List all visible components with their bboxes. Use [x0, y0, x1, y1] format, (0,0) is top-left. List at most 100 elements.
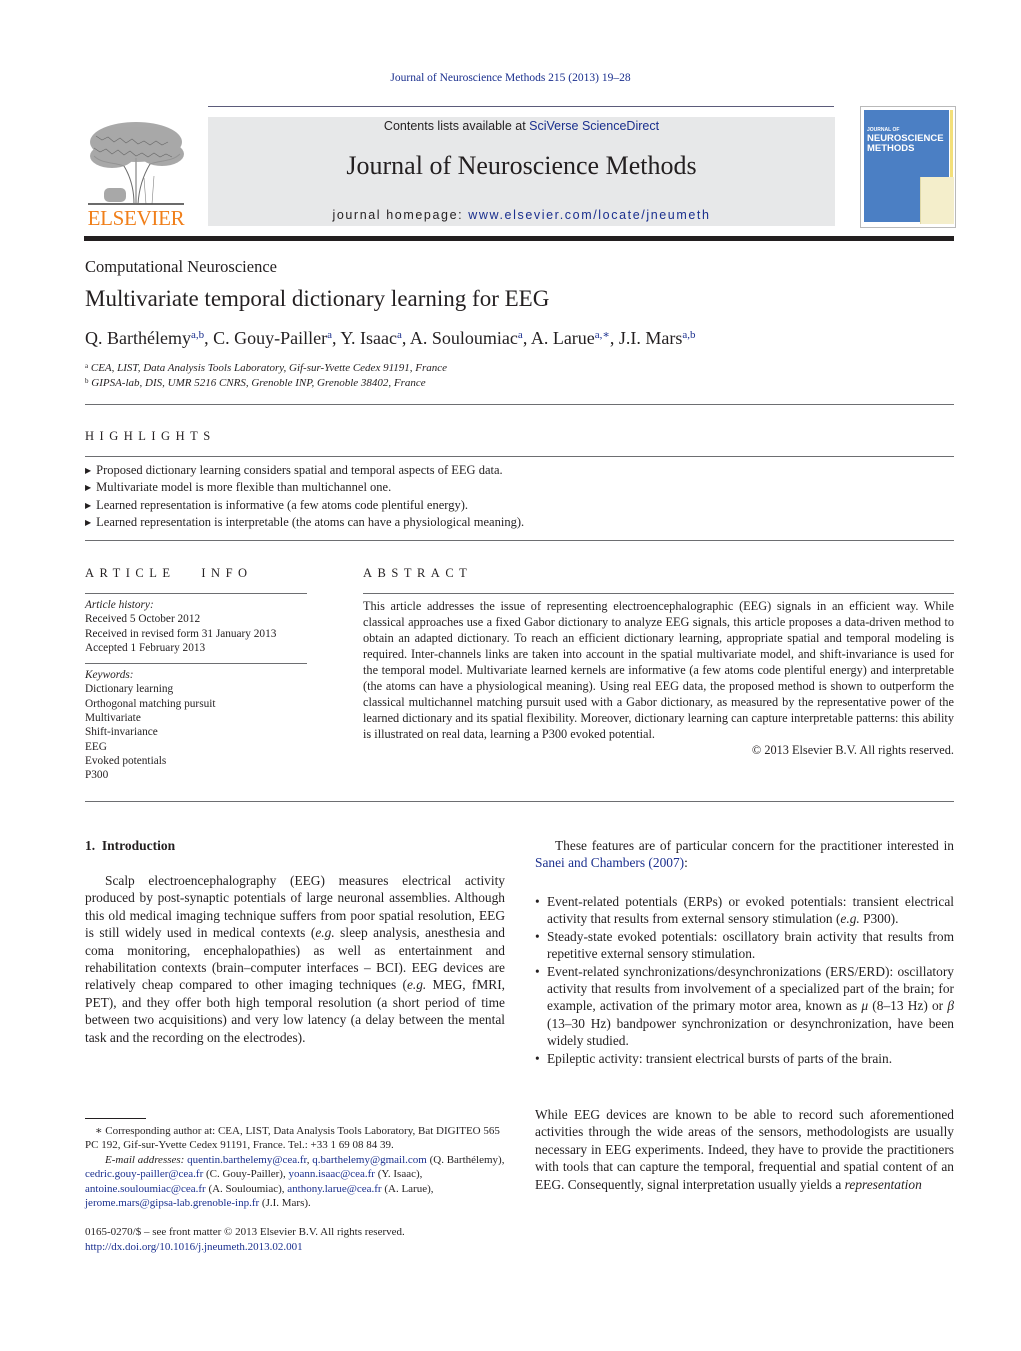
- author-separator: ,: [204, 328, 214, 348]
- text-run: (13–30 Hz) bandpower synchronization or …: [547, 1015, 954, 1049]
- article-section-label: Computational Neuroscience: [85, 257, 277, 276]
- keyword[interactable]: Shift-invariance: [85, 725, 307, 739]
- abstract-copyright: © 2013 Elsevier B.V. All rights reserved…: [751, 743, 954, 757]
- bullet-item: Event-related synchronizations/desynchro…: [535, 963, 954, 1050]
- affiliation: b GIPSA-lab, DIS, UMR 5216 CNRS, Grenobl…: [85, 376, 447, 391]
- history-item: Received in revised form 31 January 2013: [85, 627, 277, 640]
- section-heading-introduction: 1. Introduction: [85, 838, 176, 853]
- abstract-body: This article addresses the issue of repr…: [363, 599, 954, 741]
- highlights-heading: HIGHLIGHTS: [85, 429, 216, 443]
- header-thick-rule: [84, 236, 954, 241]
- bullet-item: Event-related potentials (ERPs) or evoke…: [535, 893, 954, 928]
- keyword[interactable]: P300: [85, 768, 307, 782]
- keyword[interactable]: EEG: [85, 740, 307, 754]
- author-name[interactable]: A. Larue: [531, 328, 595, 348]
- text-run: P300).: [859, 911, 899, 927]
- email-label: E-mail addresses:: [105, 1153, 188, 1166]
- bullet-item: Steady-state evoked potentials: oscillat…: [535, 928, 954, 963]
- author-name[interactable]: J.I. Mars: [619, 328, 683, 348]
- corresponding-author-note: ∗ Corresponding author at: CEA, LIST, Da…: [85, 1124, 505, 1153]
- history-label: Article history:: [85, 599, 154, 611]
- text-run: Steady-state evoked potentials: oscillat…: [547, 928, 954, 962]
- author-name[interactable]: A. Souloumiac: [410, 328, 518, 348]
- affiliation-marker[interactable]: a,b: [682, 329, 695, 341]
- citation-link[interactable]: Sanei and Chambers (2007): [535, 855, 684, 870]
- author-name[interactable]: C. Gouy-Pailler: [213, 328, 327, 348]
- italic-run: e.g.: [315, 925, 335, 941]
- footnotes: ∗ Corresponding author at: CEA, LIST, Da…: [85, 1124, 505, 1210]
- italic-run: e.g.: [406, 977, 427, 993]
- affiliation-marker[interactable]: a,∗: [595, 329, 610, 341]
- contents-prefix: Contents lists available at: [383, 119, 530, 133]
- doi-link[interactable]: http://dx.doi.org/10.1016/j.jneumeth.201…: [85, 1240, 405, 1255]
- keyword[interactable]: Dictionary learning: [85, 682, 307, 696]
- text-run: Epileptic activity: transient electrical…: [547, 1050, 893, 1066]
- highlight-item: Learned representation is interpretable …: [85, 514, 524, 531]
- journal-reference-link[interactable]: Journal of Neuroscience Methods 215 (201…: [0, 72, 1021, 84]
- email-addresses: E-mail addresses: quentin.barthelemy@cea…: [85, 1153, 505, 1211]
- author-list: Q. Barthélemya,b, C. Gouy-Paillera, Y. I…: [85, 328, 696, 349]
- affiliation-text: GIPSA-lab, DIS, UMR 5216 CNRS, Grenoble …: [88, 376, 426, 389]
- contents-line: Contents lists available at SciVerse Sci…: [208, 119, 835, 133]
- email-link[interactable]: antoine.souloumiac@cea.fr: [85, 1183, 206, 1195]
- paragraph-text: These features are of particular concern…: [555, 838, 954, 853]
- email-separator: ,: [430, 1182, 434, 1195]
- email-link[interactable]: yoann.isaac@cea.fr: [288, 1168, 374, 1180]
- author-name[interactable]: Y. Isaac: [340, 328, 397, 348]
- journal-cover-image: JOURNAL OF NEUROSCIENCE METHODS: [860, 106, 956, 228]
- email-link[interactable]: cedric.gouy-pailler@cea.fr: [85, 1168, 203, 1180]
- front-matter: 0165-0270/$ – see front matter © 2013 El…: [85, 1225, 405, 1255]
- affiliations: a CEA, LIST, Data Analysis Tools Laborat…: [85, 361, 447, 390]
- affiliation-marker[interactable]: a,b: [191, 329, 204, 341]
- email-owner: (Q. Barthélemy): [426, 1153, 502, 1166]
- keyword[interactable]: Multivariate: [85, 711, 307, 725]
- highlight-item: Multivariate model is more flexible than…: [85, 479, 524, 496]
- keyword[interactable]: Orthogonal matching pursuit: [85, 697, 307, 711]
- article-title: Multivariate temporal dictionary learnin…: [85, 286, 550, 311]
- homepage-line: journal homepage: www.elsevier.com/locat…: [208, 208, 835, 222]
- keywords-label: Keywords:: [85, 669, 134, 682]
- divider: [85, 456, 954, 457]
- cover-title-line2: METHODS: [867, 143, 915, 154]
- intro-paragraph: Scalp electroencephalography (EEG) measu…: [85, 872, 505, 1046]
- divider: [363, 593, 954, 594]
- email-owner: (A. Larue): [381, 1182, 431, 1195]
- article-info-heading: ARTICLE INFO: [85, 566, 253, 580]
- bullet-item: Epileptic activity: transient electrical…: [535, 1050, 954, 1068]
- history-item: Received 5 October 2012: [85, 613, 201, 626]
- email-owner: (C. Gouy-Pailler): [203, 1168, 283, 1181]
- email-link[interactable]: q.barthelemy@gmail.com: [312, 1154, 427, 1166]
- footnote-rule: [85, 1118, 146, 1119]
- header-rule: [208, 106, 834, 107]
- text-run: (8–13 Hz) or: [868, 998, 948, 1014]
- abstract-heading: ABSTRACT: [363, 566, 473, 580]
- paragraph-text: :: [684, 855, 688, 871]
- divider: [85, 540, 954, 541]
- journal-masthead: Contents lists available at SciVerse Sci…: [208, 117, 835, 226]
- paragraph: These features are of particular concern…: [535, 837, 954, 872]
- email-owner: (A. Souloumiac): [205, 1182, 282, 1195]
- cover-title: JOURNAL OF NEUROSCIENCE METHODS: [867, 127, 944, 154]
- front-matter-text: 0165-0270/$ – see front matter © 2013 El…: [85, 1226, 405, 1238]
- homepage-prefix: journal homepage:: [332, 208, 469, 222]
- highlight-item: Learned representation is informative (a…: [85, 497, 524, 514]
- abstract: This article addresses the issue of repr…: [363, 598, 954, 758]
- journal-homepage-link[interactable]: www.elsevier.com/locate/jneumeth: [468, 208, 710, 222]
- sciencedirect-link[interactable]: SciVerse ScienceDirect: [529, 119, 659, 133]
- author-separator: ,: [401, 328, 410, 348]
- keyword[interactable]: Evoked potentials: [85, 754, 307, 768]
- elsevier-wordmark: ELSEVIER: [87, 206, 185, 230]
- author-separator: ,: [609, 328, 619, 348]
- highlight-item: Proposed dictionary learning considers s…: [85, 462, 524, 479]
- keywords-list: Dictionary learning Orthogonal matching p…: [85, 682, 307, 782]
- email-link[interactable]: jerome.mars@gipsa-lab.grenoble-inp.fr: [85, 1197, 259, 1209]
- email-link[interactable]: quentin.barthelemy@cea.fr: [187, 1154, 307, 1166]
- history-item: Accepted 1 February 2013: [85, 641, 206, 654]
- author-name[interactable]: Q. Barthélemy: [85, 328, 191, 348]
- article-info: Article history: Received 5 October 2012…: [85, 598, 307, 783]
- author-separator: ,: [522, 328, 531, 348]
- affiliation-text: CEA, LIST, Data Analysis Tools Laborator…: [88, 362, 448, 374]
- email-link[interactable]: anthony.larue@cea.fr: [287, 1183, 381, 1195]
- divider: [85, 593, 307, 594]
- affiliation: a CEA, LIST, Data Analysis Tools Laborat…: [85, 361, 447, 376]
